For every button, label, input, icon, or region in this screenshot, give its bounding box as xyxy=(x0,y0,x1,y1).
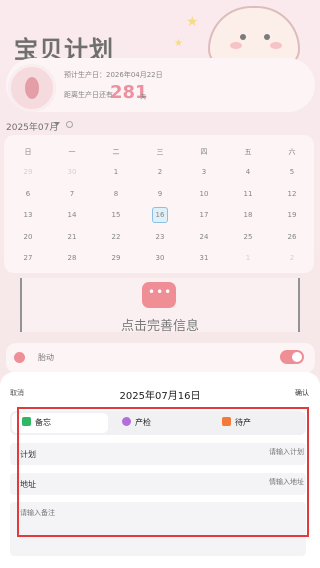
highlight-box xyxy=(17,407,309,537)
confirm-button[interactable]: 确认 xyxy=(295,388,309,398)
sheet-date-title: 2025年07月16日 xyxy=(119,391,201,402)
